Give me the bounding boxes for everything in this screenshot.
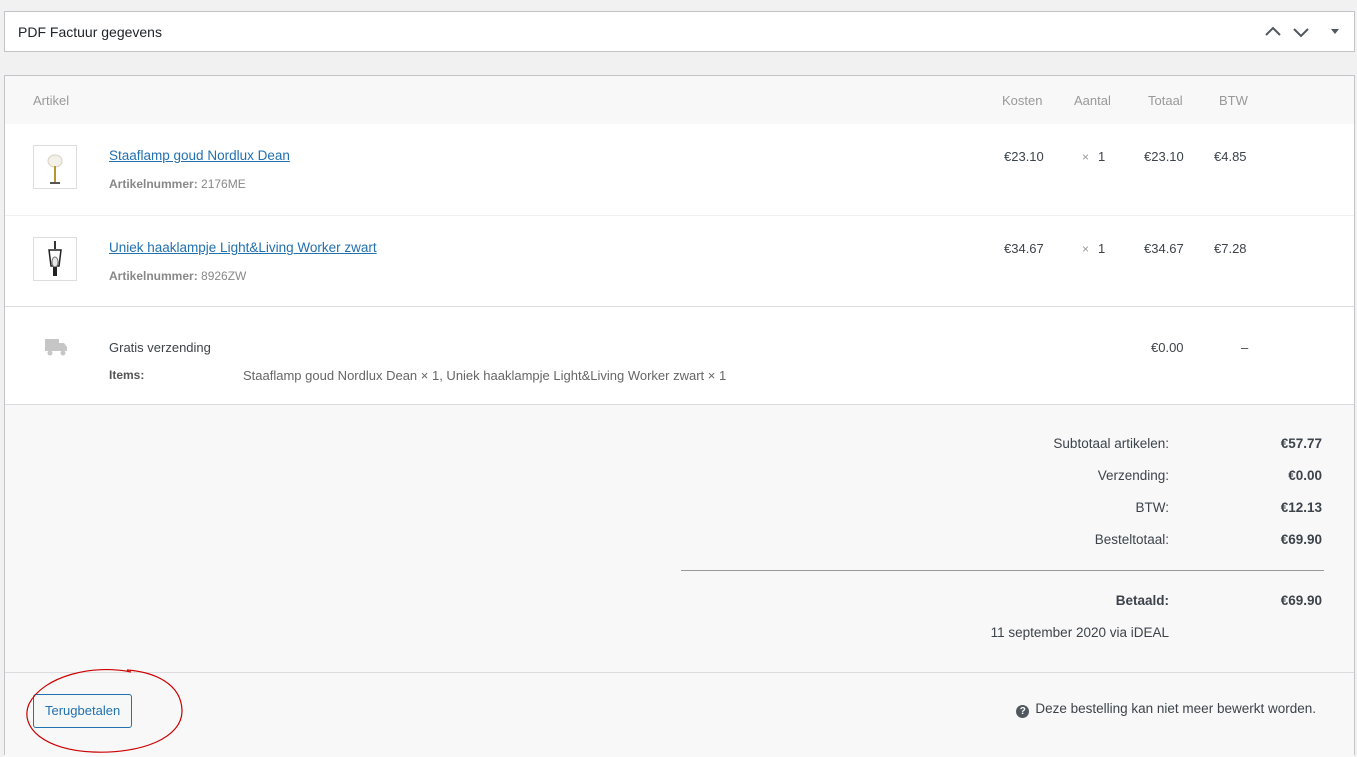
- shipping-row: Gratis verzending Items: Staaflamp goud …: [5, 306, 1354, 405]
- subtotal-value: €57.77: [1280, 436, 1322, 451]
- sku-line: Artikelnummer: 2176ME: [109, 177, 246, 191]
- truck-icon: [45, 339, 67, 356]
- product-link[interactable]: Staaflamp goud Nordlux Dean: [109, 148, 290, 163]
- shipping-items-label: Items:: [109, 368, 145, 382]
- product-link[interactable]: Uniek haaklampje Light&Living Worker zwa…: [109, 240, 377, 255]
- edit-notice-text: Deze bestelling kan niet meer bewerkt wo…: [1035, 701, 1316, 716]
- shipping-total-value: €0.00: [1288, 468, 1322, 483]
- sku-label: Artikelnummer:: [109, 269, 198, 283]
- paid-label: Betaald:: [1115, 593, 1169, 608]
- shipping-items: Staaflamp goud Nordlux Dean × 1, Uniek h…: [243, 368, 727, 383]
- floor-lamp-image: [47, 154, 63, 184]
- item-total: €34.67: [1144, 241, 1184, 256]
- chevron-up-icon: [1265, 26, 1281, 36]
- toggle-panel-button[interactable]: [1323, 20, 1347, 44]
- order-totals: Subtotaal artikelen: €57.77 Verzending: …: [5, 404, 1354, 673]
- header-cost: Kosten: [1002, 93, 1043, 108]
- help-icon: ?: [1016, 705, 1030, 718]
- postbox-title: PDF Factuur gegevens: [18, 24, 162, 40]
- item-cost: €34.67: [1004, 241, 1044, 256]
- table-header: Artikel Kosten Aantal Totaal BTW: [5, 76, 1354, 124]
- order-actions: Terugbetalen ? Deze bestelling kan niet m…: [5, 672, 1354, 757]
- product-thumbnail[interactable]: [33, 145, 77, 189]
- table-row: Uniek haaklampje Light&Living Worker zwa…: [5, 215, 1354, 307]
- order-items-panel: Artikel Kosten Aantal Totaal BTW Staafla…: [4, 75, 1355, 757]
- table-row: Staaflamp goud Nordlux Dean Artikelnumme…: [5, 124, 1354, 215]
- triangle-down-icon: [1331, 29, 1339, 34]
- product-thumbnail[interactable]: [33, 237, 77, 281]
- shipping-tax: –: [1241, 340, 1249, 355]
- item-total: €23.10: [1144, 149, 1184, 164]
- shipping-total: €0.00: [1151, 340, 1184, 355]
- sku-value: 8926ZW: [201, 269, 247, 283]
- paid-note: 11 september 2020 via iDEAL: [990, 625, 1169, 640]
- qty-times: ×: [1082, 242, 1090, 256]
- tax-total-label: BTW:: [1135, 500, 1170, 515]
- item-tax: €7.28: [1214, 241, 1247, 256]
- header-qty: Aantal: [1074, 93, 1111, 108]
- header-item: Artikel: [33, 93, 70, 108]
- shipping-method: Gratis verzending: [109, 340, 211, 355]
- paid-value: €69.90: [1280, 593, 1322, 608]
- item-tax: €4.85: [1214, 149, 1247, 164]
- item-qty: 1: [1098, 241, 1106, 256]
- header-total: Totaal: [1148, 93, 1183, 108]
- subtotal-label: Subtotaal artikelen:: [1053, 436, 1169, 451]
- edit-notice: ? Deze bestelling kan niet meer bewerkt w…: [1016, 701, 1316, 718]
- tax-total-value: €12.13: [1280, 500, 1322, 515]
- hanging-lamp-image: [48, 241, 62, 276]
- item-qty: 1: [1098, 149, 1106, 164]
- sku-label: Artikelnummer:: [109, 177, 198, 191]
- header-tax: BTW: [1219, 93, 1248, 108]
- order-total-label: Besteltotaal:: [1094, 532, 1169, 547]
- annotation-circle: [26, 669, 183, 753]
- move-up-button[interactable]: [1261, 20, 1285, 44]
- totals-divider: [681, 570, 1324, 571]
- pdf-invoice-postbox: PDF Factuur gegevens: [4, 11, 1355, 52]
- order-total-value: €69.90: [1280, 532, 1322, 547]
- chevron-down-icon: [1293, 28, 1309, 38]
- sku-value: 2176ME: [201, 177, 246, 191]
- move-down-button[interactable]: [1289, 20, 1313, 44]
- shipping-total-label: Verzending:: [1097, 468, 1169, 483]
- qty-times: ×: [1082, 150, 1090, 164]
- sku-line: Artikelnummer: 8926ZW: [109, 269, 246, 283]
- item-cost: €23.10: [1004, 149, 1044, 164]
